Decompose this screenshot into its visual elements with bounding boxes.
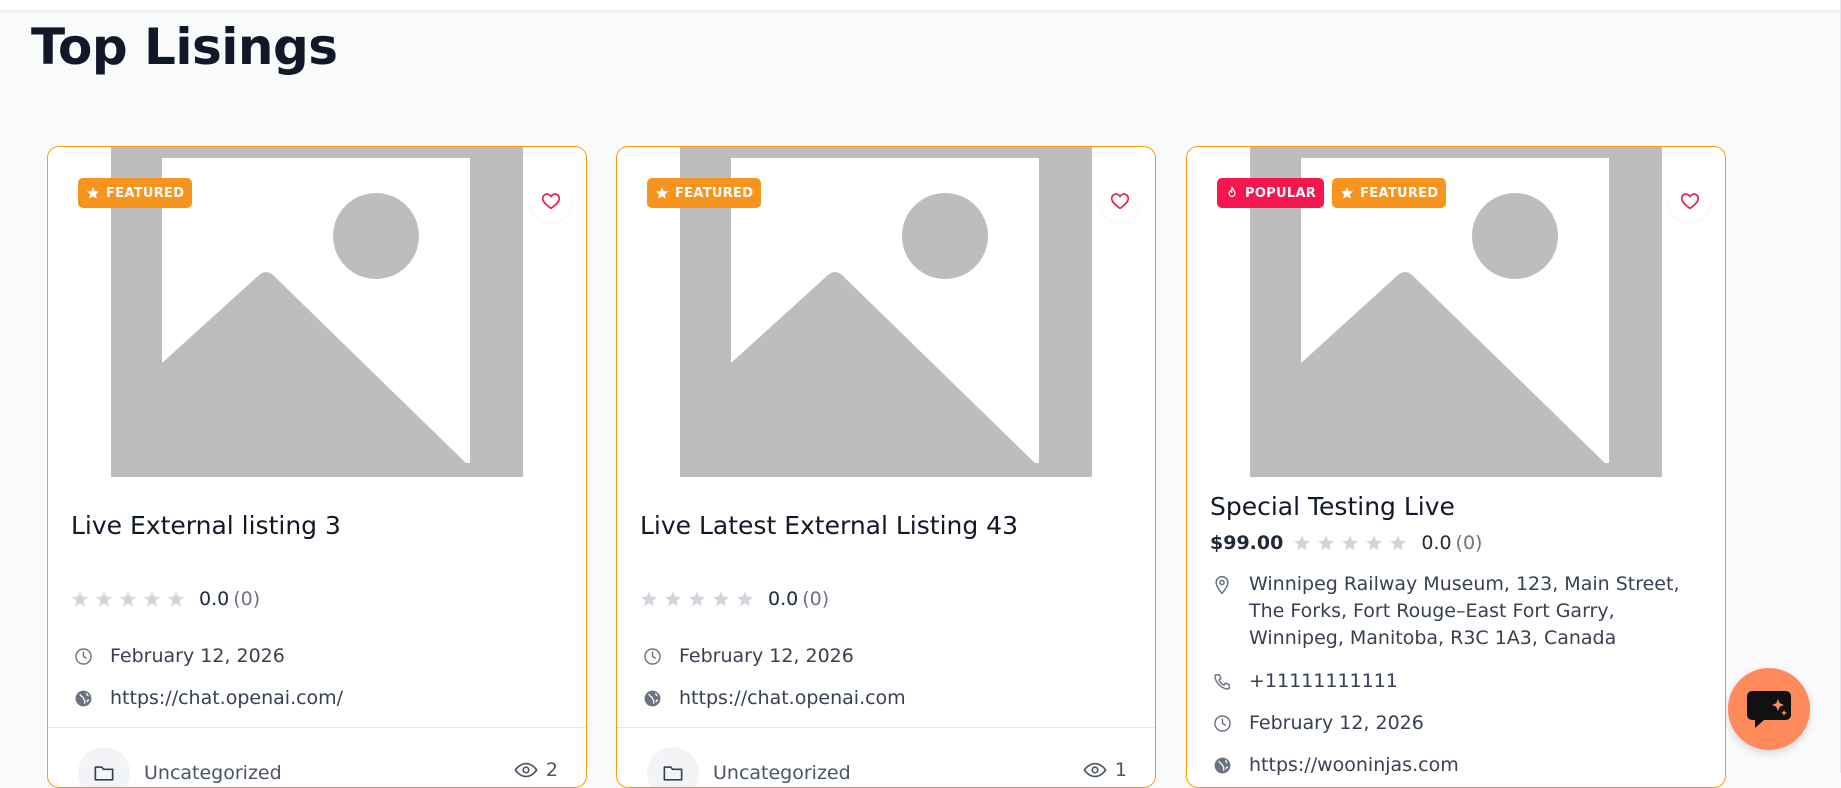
view-count: 2 <box>514 759 558 781</box>
card-divider <box>617 727 1155 728</box>
popular-badge: POPULAR <box>1217 178 1325 208</box>
star-icon <box>72 591 88 607</box>
favorite-button[interactable] <box>1099 180 1141 222</box>
globe-icon <box>644 690 660 707</box>
category-tag[interactable]: Uncategorized <box>647 747 851 787</box>
website-link[interactable]: https://wooninjas.com <box>1249 752 1459 779</box>
star-icon <box>1294 535 1311 551</box>
listing-card[interactable]: FEATURED Live External listing 3 0.0 (0)… <box>47 146 587 788</box>
badge-label: FEATURED <box>106 185 185 201</box>
clock-icon <box>74 648 92 665</box>
globe-icon <box>75 690 91 707</box>
badge-list: FEATURED <box>647 178 762 208</box>
badge-list: POPULAR FEATURED <box>1217 178 1447 208</box>
star-icon <box>689 591 705 607</box>
rating-count: (0) <box>802 588 830 610</box>
star-icon <box>86 187 100 199</box>
rating-score: 0.0 <box>1421 532 1452 554</box>
category-label: Uncategorized <box>713 762 851 784</box>
badge-label: FEATURED <box>675 185 754 201</box>
listing-date: February 12, 2026 <box>640 643 1135 670</box>
chat-bubble-icon <box>1747 691 1791 728</box>
featured-badge: FEATURED <box>78 178 193 208</box>
clock-icon <box>1213 715 1231 732</box>
featured-badge: FEATURED <box>1332 178 1447 208</box>
phone-icon <box>1213 674 1230 690</box>
phone-link[interactable]: +11111111111 <box>1249 668 1398 695</box>
heart-icon <box>1110 193 1130 210</box>
flame-icon <box>1228 186 1236 198</box>
star-icon <box>120 591 136 607</box>
featured-badge: FEATURED <box>647 178 762 208</box>
folder-icon <box>94 766 114 781</box>
listing-address: Winnipeg Railway Museum, 123, Main Stree… <box>1210 571 1705 652</box>
views-number: 1 <box>1114 759 1127 781</box>
listing-website: https://chat.openai.com <box>640 685 1135 712</box>
views-number: 2 <box>545 759 558 781</box>
listing-website: https://chat.openai.com/ <box>71 685 566 712</box>
eye-icon <box>1083 762 1107 778</box>
top-navigation-bar <box>0 0 1841 10</box>
star-icon <box>96 591 112 607</box>
rating-row: 0.0 (0) <box>71 588 260 610</box>
star-icon <box>1318 535 1335 551</box>
rating-score: 0.0 <box>768 588 799 610</box>
star-icon <box>655 187 669 199</box>
favorite-button[interactable] <box>1669 180 1711 222</box>
listing-title[interactable]: Live Latest External Listing 43 <box>640 511 1018 540</box>
listing-phone: +11111111111 <box>1210 668 1705 695</box>
view-count: 1 <box>1083 759 1127 781</box>
listing-title[interactable]: Special Testing Live <box>1210 492 1455 521</box>
badge-label: POPULAR <box>1245 185 1317 201</box>
website-link[interactable]: https://chat.openai.com <box>679 685 906 712</box>
badge-list: FEATURED <box>78 178 193 208</box>
listing-price: $99.00 <box>1210 532 1284 554</box>
rating-count: (0) <box>233 588 261 610</box>
star-icon <box>737 591 753 607</box>
heart-icon <box>1680 193 1700 210</box>
map-pin-icon <box>1215 575 1229 594</box>
date-text: February 12, 2026 <box>1249 712 1424 734</box>
date-text: February 12, 2026 <box>110 645 285 667</box>
website-link[interactable]: https://chat.openai.com/ <box>110 685 343 712</box>
listing-card[interactable]: POPULAR FEATURED Special Testing Live $9… <box>1186 146 1726 788</box>
star-icon <box>144 591 160 607</box>
favorite-button[interactable] <box>530 180 572 222</box>
star-icon <box>665 591 681 607</box>
star-icon <box>1366 535 1383 551</box>
clock-icon <box>643 648 661 665</box>
chat-widget-button[interactable] <box>1728 668 1810 750</box>
folder-icon <box>663 766 683 781</box>
heart-icon <box>541 193 561 210</box>
star-rating <box>640 590 754 608</box>
star-icon <box>713 591 729 607</box>
rating-count: (0) <box>1455 532 1483 554</box>
star-icon <box>1390 535 1407 551</box>
listing-date: February 12, 2026 <box>71 643 566 670</box>
star-rating <box>71 590 185 608</box>
badge-label: FEATURED <box>1360 185 1439 201</box>
category-label: Uncategorized <box>144 762 282 784</box>
date-text: February 12, 2026 <box>679 645 854 667</box>
globe-icon <box>1214 757 1230 774</box>
star-icon <box>1342 535 1359 551</box>
listing-website: https://wooninjas.com <box>1210 752 1705 779</box>
star-icon <box>1341 187 1354 199</box>
star-rating <box>1293 534 1407 552</box>
rating-row: $99.00 0.0 (0) <box>1210 532 1482 554</box>
section-title: Top Lisings <box>31 18 338 76</box>
category-tag[interactable]: Uncategorized <box>78 747 282 787</box>
listing-title[interactable]: Live External listing 3 <box>71 511 341 540</box>
star-icon <box>168 591 184 607</box>
rating-score: 0.0 <box>199 588 230 610</box>
card-divider <box>48 727 586 728</box>
eye-icon <box>514 762 538 778</box>
address-text: Winnipeg Railway Museum, 123, Main Stree… <box>1249 573 1680 649</box>
listing-card[interactable]: FEATURED Live Latest External Listing 43… <box>616 146 1156 788</box>
star-icon <box>641 591 657 607</box>
rating-row: 0.0 (0) <box>640 588 829 610</box>
listing-date: February 12, 2026 <box>1210 710 1705 737</box>
